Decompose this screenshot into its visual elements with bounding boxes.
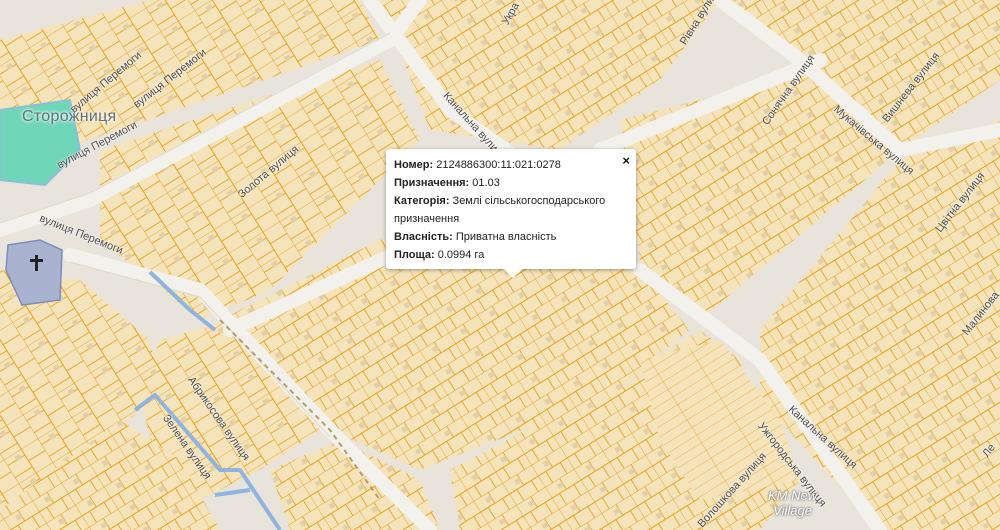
parcel-area-value: 0.0994 га <box>437 249 485 261</box>
parcel-category-row: Категорія: Землі сільськогосподарського … <box>394 192 628 228</box>
district-label: Сторожниця <box>22 108 117 125</box>
parcel-category-label: Категорія: <box>394 195 450 207</box>
parcel-info-popup: × Номер: 2124886300:11:021:0278 Призначе… <box>386 149 636 278</box>
parcel-area-label: Площа: <box>394 249 435 261</box>
parcel-area-row: Площа: 0.0994 га <box>394 246 628 264</box>
parcel-purpose-row: Призначення: 01.03 <box>394 174 628 192</box>
parcel-ownership-value: Приватна власність <box>455 231 557 243</box>
village-label: KM New Village <box>768 488 817 518</box>
village-label-line2: Village <box>773 503 812 518</box>
parcel-category-value: Землі сільськогосподарського <box>452 195 606 207</box>
parcel-number-row: Номер: 2124886300:11:021:0278 <box>394 156 628 174</box>
parcel-number-value: 2124886300:11:021:0278 <box>436 159 561 171</box>
parcel-number-label: Номер: <box>394 159 434 171</box>
parcel-ownership-label: Власність: <box>394 231 453 243</box>
parcel-purpose-label: Призначення: <box>394 177 470 189</box>
parcel-purpose-value: 01.03 <box>472 177 500 189</box>
cadastral-map[interactable]: Сторожниця вулиця Перемоги вулиця Перемо… <box>0 0 1000 530</box>
village-label-line1: KM New <box>768 488 818 503</box>
close-icon[interactable]: × <box>622 154 630 167</box>
parcel-ownership-row: Власність: Приватна власність <box>394 228 628 246</box>
parcel-category-value-cont: призначення <box>394 213 460 225</box>
